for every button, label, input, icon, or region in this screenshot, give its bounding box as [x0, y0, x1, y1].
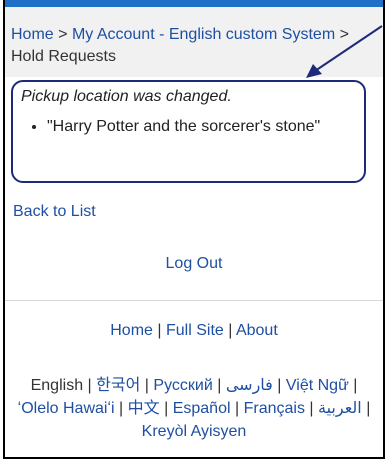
language-vietnamese-link[interactable]: Việt Ngữ: [286, 377, 349, 394]
language-hawaiian-link[interactable]: ʻOlelo Hawaiʻi: [18, 400, 115, 417]
changed-items-list: "Harry Potter and the sorcerer's stone": [21, 116, 356, 138]
language-separator: |: [353, 377, 358, 394]
footer-separator: |: [157, 322, 162, 339]
language-separator: |: [366, 400, 371, 417]
breadcrumb: Home > My Account - English custom Syste…: [5, 7, 383, 77]
language-korean-link[interactable]: 한국어: [96, 377, 140, 394]
language-separator: |: [277, 377, 282, 394]
language-spanish-link[interactable]: Español: [173, 400, 231, 417]
language-separator: |: [217, 377, 222, 394]
footer-separator: |: [228, 322, 233, 339]
logout-row: Log Out: [5, 255, 383, 273]
footer-nav: Home | Full Site | About: [5, 322, 383, 340]
footer-home-link[interactable]: Home: [110, 322, 153, 339]
logout-link[interactable]: Log Out: [166, 255, 223, 272]
breadcrumb-separator: >: [339, 26, 349, 43]
breadcrumb-home-link[interactable]: Home: [11, 26, 54, 43]
language-separator: |: [144, 377, 149, 394]
language-current: English: [30, 377, 84, 394]
footer-full-site-link[interactable]: Full Site: [166, 322, 224, 339]
list-item: "Harry Potter and the sorcerer's stone": [47, 116, 356, 138]
language-separator: |: [87, 377, 92, 394]
breadcrumb-current: Hold Requests: [11, 48, 116, 65]
language-list: English | 한국어 | Русский | فارسی | Việt N…: [15, 374, 373, 443]
breadcrumb-separator: >: [58, 26, 68, 43]
language-haitian-creole-link[interactable]: Kreyòl Ayisyen: [142, 423, 247, 440]
language-separator: |: [234, 400, 240, 417]
language-separator: |: [309, 400, 314, 417]
back-to-list-link[interactable]: Back to List: [13, 203, 96, 221]
language-chinese-link[interactable]: 中文: [128, 400, 160, 417]
notice-message: Pickup location was changed.: [21, 88, 232, 105]
language-separator: |: [164, 400, 169, 417]
language-separator: |: [119, 400, 124, 417]
notice-box: Pickup location was changed. "Harry Pott…: [11, 80, 366, 183]
top-bar: [5, 0, 383, 7]
language-arabic-link[interactable]: العربية: [318, 400, 362, 417]
language-french-link[interactable]: Français: [244, 400, 305, 417]
divider: [5, 300, 383, 301]
mobile-page: Home > My Account - English custom Syste…: [3, 0, 385, 459]
language-farsi-link[interactable]: فارسی: [226, 377, 273, 394]
footer-about-link[interactable]: About: [236, 322, 278, 339]
language-russian-link[interactable]: Русский: [153, 377, 212, 394]
breadcrumb-my-account-link[interactable]: My Account - English custom System: [72, 26, 335, 43]
